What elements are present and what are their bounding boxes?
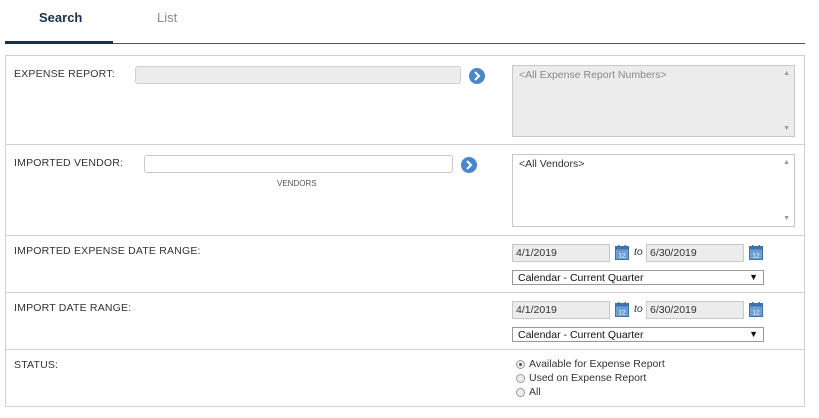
imported-vendor-list-item[interactable]: <All Vendors> [519, 158, 788, 170]
expense-report-row: EXPENSE REPORT: <All Expense Report Numb… [6, 56, 804, 145]
imported-vendor-input[interactable] [144, 155, 453, 173]
expense-report-go-button[interactable] [469, 68, 485, 84]
tab-list[interactable]: List [157, 10, 177, 25]
imported-vendor-label: IMPORTED VENDOR: [14, 157, 124, 169]
to-label: to [634, 246, 643, 258]
imported-expense-preset-value: Calendar - Current Quarter [518, 272, 644, 284]
imported-expense-date-range-row: IMPORTED EXPENSE DATE RANGE: 4/1/2019 12… [6, 236, 804, 293]
radio-button[interactable] [516, 374, 525, 383]
search-form: EXPENSE REPORT: <All Expense Report Numb… [5, 55, 805, 407]
calendar-icon[interactable]: 12 [615, 302, 629, 317]
import-preset-select[interactable]: Calendar - Current Quarter ▼ [512, 327, 764, 342]
chevron-right-icon [474, 71, 481, 81]
import-preset-value: Calendar - Current Quarter [518, 329, 644, 341]
imported-expense-from-date[interactable]: 4/1/2019 [512, 244, 610, 262]
expense-report-input[interactable] [135, 66, 461, 84]
active-tab-indicator [5, 41, 113, 44]
expense-report-listbox[interactable]: <All Expense Report Numbers> ▲ ▼ [512, 65, 795, 137]
tab-search[interactable]: Search [39, 10, 82, 25]
status-row: STATUS: Available for Expense Report Use… [6, 350, 804, 406]
svg-text:12: 12 [618, 310, 626, 317]
scroll-up-icon[interactable]: ▲ [783, 70, 790, 77]
import-from-date[interactable]: 4/1/2019 [512, 301, 610, 319]
imported-vendor-listbox[interactable]: <All Vendors> ▲ ▼ [512, 154, 795, 227]
import-date-range-label: IMPORT DATE RANGE: [14, 302, 132, 314]
scroll-down-icon[interactable]: ▼ [783, 215, 790, 222]
imported-expense-preset-select[interactable]: Calendar - Current Quarter ▼ [512, 270, 764, 285]
imported-expense-date-range-label: IMPORTED EXPENSE DATE RANGE: [14, 245, 201, 257]
radio-label: Available for Expense Report [529, 358, 665, 370]
imported-vendor-row: IMPORTED VENDOR: VENDORS <All Vendors> ▲… [6, 145, 804, 236]
scroll-down-icon[interactable]: ▼ [783, 125, 790, 132]
radio-label: Used on Expense Report [529, 372, 647, 384]
calendar-icon[interactable]: 12 [615, 245, 629, 260]
imported-expense-to-date[interactable]: 6/30/2019 [646, 244, 744, 262]
triangle-down-icon: ▼ [749, 272, 758, 282]
svg-text:12: 12 [752, 253, 760, 260]
scroll-up-icon[interactable]: ▲ [783, 159, 790, 166]
radio-button[interactable] [516, 388, 525, 397]
triangle-down-icon: ▼ [749, 329, 758, 339]
expense-report-label: EXPENSE REPORT: [14, 68, 115, 80]
import-to-date[interactable]: 6/30/2019 [646, 301, 744, 319]
svg-text:12: 12 [752, 310, 760, 317]
import-date-range-row: IMPORT DATE RANGE: 4/1/2019 12 to 6/30/2… [6, 293, 804, 350]
tab-bar: Search List [5, 0, 805, 44]
to-label: to [634, 303, 643, 315]
imported-vendor-go-button[interactable] [461, 157, 477, 173]
svg-text:12: 12 [618, 253, 626, 260]
chevron-right-icon [466, 160, 473, 170]
calendar-icon[interactable]: 12 [749, 245, 763, 260]
radio-button[interactable] [516, 360, 525, 369]
status-label: STATUS: [14, 359, 59, 371]
expense-report-list-item[interactable]: <All Expense Report Numbers> [519, 69, 788, 81]
vendors-sub-label: VENDORS [277, 179, 317, 188]
calendar-icon[interactable]: 12 [749, 302, 763, 317]
radio-label: All [529, 386, 541, 398]
